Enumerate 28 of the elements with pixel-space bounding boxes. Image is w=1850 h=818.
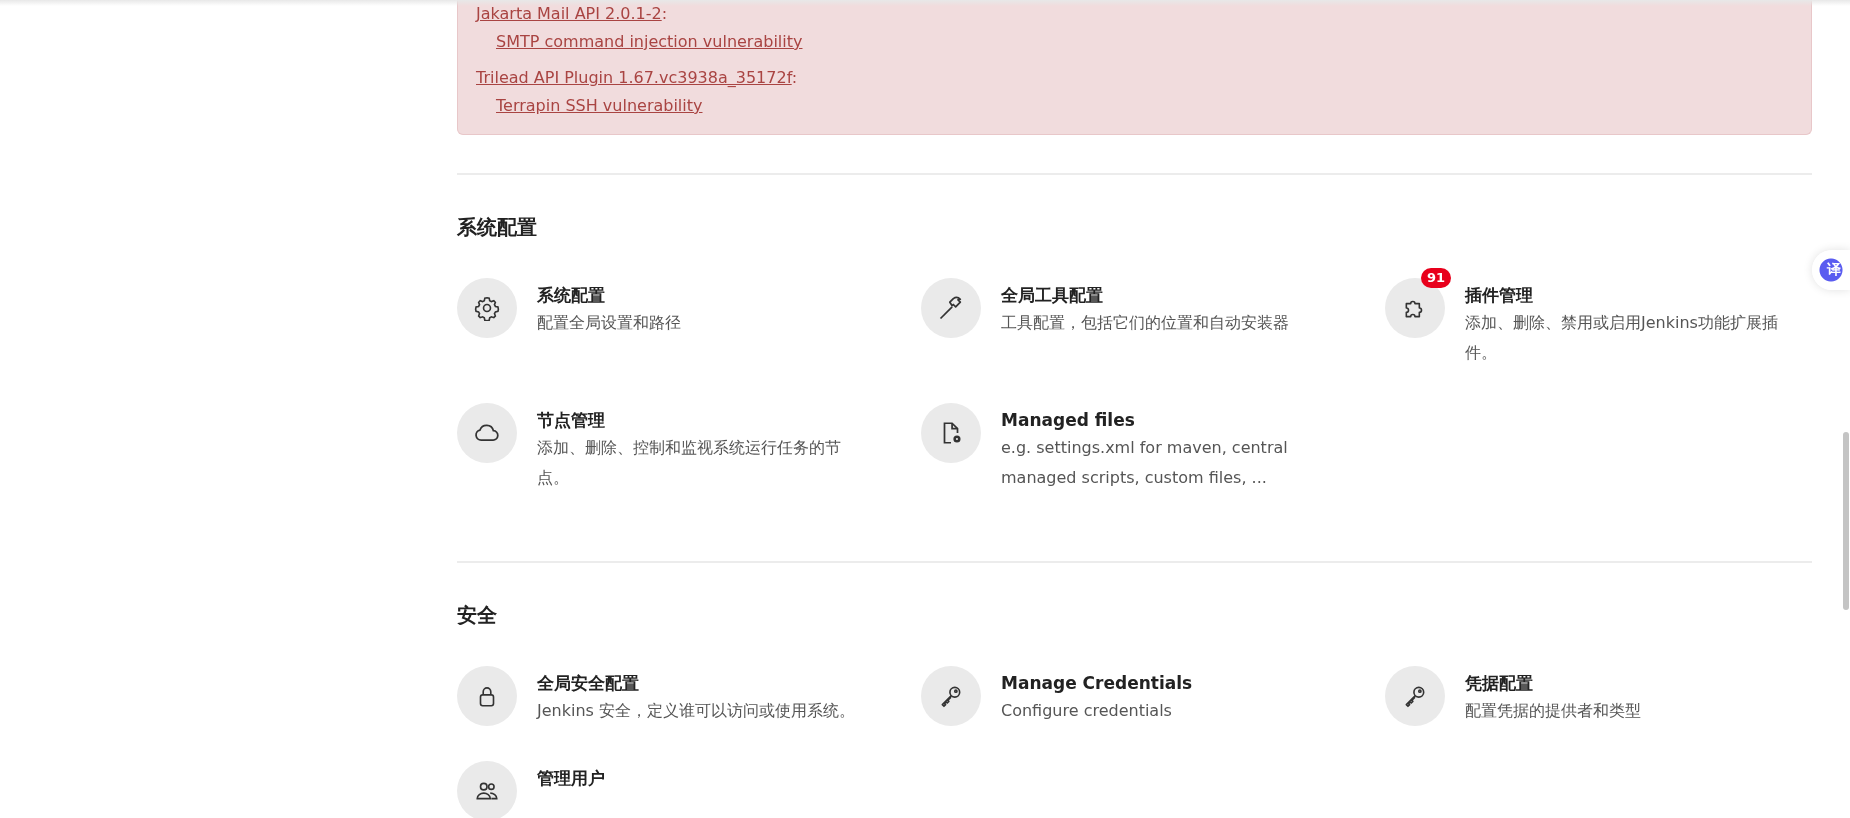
- item-title-link[interactable]: 插件管理: [1465, 283, 1785, 307]
- item-description: 添加、删除、禁用或启用Jenkins功能扩展插件。: [1465, 312, 1779, 364]
- vulnerability-link[interactable]: SMTP command injection vulnerability: [496, 32, 803, 51]
- item-description: 添加、删除、控制和监视系统运行任务的节点。: [537, 437, 842, 489]
- scrollbar-thumb[interactable]: [1843, 432, 1849, 610]
- item-description: 配置全局设置和路径: [537, 312, 682, 334]
- plugin-link[interactable]: Jakarta Mail API 2.0.1-2: [476, 4, 662, 23]
- section-heading: 系统配置: [457, 215, 538, 239]
- item-description: 配置凭据的提供者和类型: [1465, 700, 1642, 722]
- item-title-link[interactable]: 全局安全配置: [537, 671, 857, 695]
- item-title-link[interactable]: Managed files: [1001, 408, 1321, 432]
- item-description: Jenkins 安全，定义谁可以访问或使用系统。: [537, 700, 856, 722]
- count-badge: 91: [1420, 268, 1451, 288]
- colon-text: :: [661, 4, 668, 23]
- vulnerability-link[interactable]: Terrapin SSH vulnerability: [496, 96, 703, 115]
- item-description: e.g. settings.xml for maven, central managed scripts, custom files, ...: [1001, 437, 1289, 489]
- item-title-link[interactable]: Manage Credentials: [1001, 671, 1321, 695]
- item-title-link[interactable]: 管理用户: [537, 766, 857, 790]
- translate-button[interactable]: 译: [1812, 250, 1850, 290]
- item-title-link[interactable]: 节点管理: [537, 408, 857, 432]
- section-heading: 安全: [457, 603, 498, 627]
- item-title-link[interactable]: 全局工具配置: [1001, 283, 1321, 307]
- item-description: Configure credentials: [1001, 700, 1173, 722]
- settings-icon: [474, 295, 500, 321]
- item-title-link[interactable]: 系统配置: [537, 283, 857, 307]
- plugin-link[interactable]: Trilead API Plugin 1.67.vc3938a_35172f: [476, 68, 792, 87]
- item-title-link[interactable]: 凭据配置: [1465, 671, 1785, 695]
- item-description: 工具配置，包括它们的位置和自动安装器: [1001, 312, 1290, 334]
